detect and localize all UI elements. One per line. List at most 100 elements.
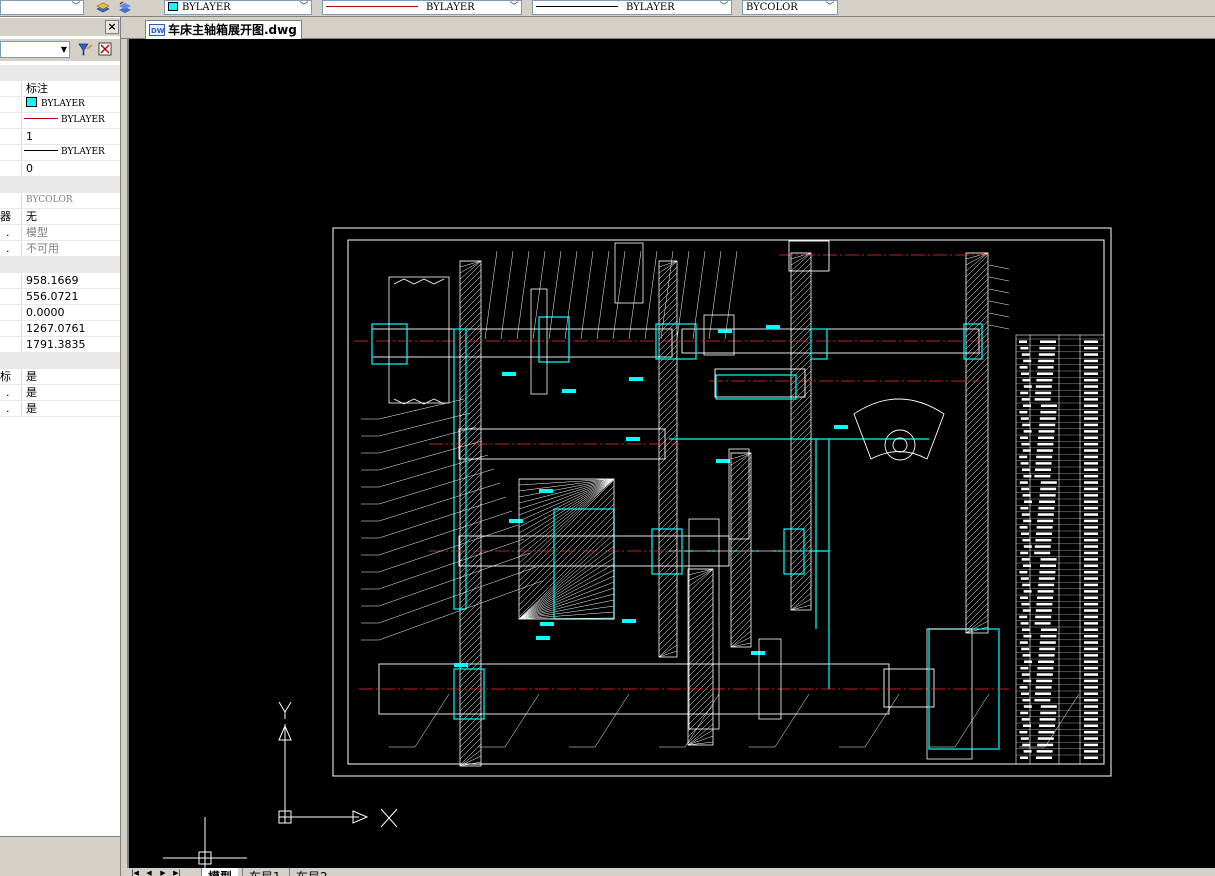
chevron-down-icon[interactable]: ▼ — [61, 45, 67, 54]
chevron-down-icon[interactable]: ﹀ — [69, 1, 83, 14]
prop-center-z[interactable]: 0.0000 — [0, 305, 120, 321]
hatch-line — [730, 552, 752, 574]
hatch-line — [790, 418, 812, 440]
table-cell-mark — [1084, 570, 1098, 574]
prop-ucs-icon-on[interactable]: 标是 — [0, 369, 120, 385]
close-icon[interactable]: × — [105, 20, 119, 34]
prop-ucs-per-viewport[interactable]: .是 — [0, 401, 120, 417]
prop-height[interactable]: 1267.0761 — [0, 321, 120, 337]
quick-select-icon[interactable] — [76, 41, 94, 58]
table-cell-mark — [1023, 564, 1031, 567]
chevron-down-icon[interactable]: ﹀ — [717, 1, 731, 14]
last-tab-icon[interactable]: ▶| — [172, 869, 182, 876]
hatch-line — [965, 416, 989, 440]
drawing-canvas[interactable]: X Y — [127, 39, 1215, 868]
hatch-line — [687, 603, 714, 630]
hatch-line — [459, 629, 482, 652]
layer-previous-icon[interactable] — [117, 0, 133, 15]
prop-width[interactable]: 1791.3835 — [0, 337, 120, 353]
prop-plot-style[interactable]: BYCOLOR — [0, 193, 120, 209]
table-cell-mark — [1084, 372, 1098, 375]
prop-plot-style-table[interactable]: 器无 — [0, 209, 120, 225]
previous-tab-icon[interactable]: ◀ — [144, 869, 154, 876]
table-cell-mark — [1038, 359, 1055, 363]
next-tab-icon[interactable]: ▶ — [158, 869, 168, 876]
table-cell-mark — [1037, 519, 1054, 523]
tab-layout2[interactable]: 布局2 — [289, 868, 334, 876]
prop-center-x[interactable]: 958.1669 — [0, 273, 120, 289]
category-view[interactable] — [0, 257, 120, 273]
layer-states-icon[interactable] — [95, 0, 111, 15]
object-selection-combo[interactable]: ▼ — [0, 41, 70, 58]
table-cell-mark — [1019, 641, 1028, 644]
hatch-line — [965, 332, 989, 356]
table-cell-mark — [1019, 730, 1028, 734]
prop-plot-table-type[interactable]: . 不可用 — [0, 241, 120, 257]
category-misc[interactable] — [0, 353, 120, 369]
lineweight-sample-icon — [24, 150, 58, 151]
plotstyle-combo[interactable]: BYCOLOR ﹀ — [742, 0, 838, 15]
hatch-line — [790, 280, 812, 302]
hatch-line — [730, 570, 752, 592]
hatch-line — [790, 454, 812, 476]
hatch-line — [965, 308, 989, 332]
prop-center-y[interactable]: 556.0721 — [0, 289, 120, 305]
prop-thickness[interactable]: 0 — [0, 161, 120, 177]
color-combo-value: BYLAYER — [182, 2, 231, 13]
table-cell-mark — [1039, 647, 1056, 651]
prop-color[interactable]: BYLAYER — [0, 97, 120, 113]
plotstyle-value: BYCOLOR — [26, 195, 73, 205]
hatch-line — [790, 394, 812, 416]
hatch-line — [730, 452, 752, 472]
hatch-line — [965, 512, 989, 536]
prop-linetype[interactable]: BYLAYER — [0, 113, 120, 129]
category-general[interactable] — [0, 65, 120, 81]
hatch-line — [965, 566, 989, 590]
hatch-line — [790, 472, 812, 494]
category-plot-style[interactable] — [0, 177, 120, 193]
hatch-line — [518, 587, 615, 620]
table-cell-mark — [1084, 577, 1098, 580]
hatch-line — [730, 546, 752, 568]
table-cell-mark — [1084, 474, 1098, 478]
prop-ucs-icon-origin[interactable]: .是 — [0, 385, 120, 401]
hatch-line — [730, 486, 752, 508]
document-tab[interactable]: DWG 车床主轴箱展开图.dwg — [145, 20, 302, 39]
lineweight-combo[interactable]: BYLAYER ﹀ — [532, 0, 732, 15]
table-cell-mark — [1023, 385, 1032, 388]
layer-combo[interactable]: ﹀ — [0, 0, 84, 15]
hatch-line — [965, 530, 989, 554]
tab-layout1[interactable]: 布局1 — [242, 868, 287, 876]
table-cell-mark — [1084, 455, 1098, 459]
hatch-line — [687, 663, 714, 690]
chevron-down-icon[interactable]: ﹀ — [823, 1, 837, 14]
prop-layer[interactable]: 标注 — [0, 81, 120, 97]
prop-linetype-scale[interactable]: 1 — [0, 129, 120, 145]
hatch-line — [459, 335, 482, 358]
tab-model[interactable]: 模型 — [201, 868, 239, 876]
first-tab-icon[interactable]: |◀ — [130, 869, 140, 876]
hatch-line — [459, 299, 482, 322]
sheet-outer-border — [332, 227, 1112, 777]
properties-titlebar[interactable]: × — [0, 18, 120, 36]
table-cell-mark — [1035, 686, 1052, 689]
ucs-icon-value: 是 — [26, 370, 37, 383]
shafts — [371, 328, 980, 715]
plotstyle-combo-value: BYCOLOR — [746, 2, 798, 13]
hatch-line — [687, 568, 714, 582]
chevron-down-icon[interactable]: ﹀ — [507, 1, 521, 14]
hatch-line — [730, 534, 752, 556]
hatch-line — [790, 340, 812, 362]
prop-lineweight[interactable]: BYLAYER — [0, 145, 120, 161]
table-cell-mark — [1039, 570, 1056, 574]
chevron-down-icon[interactable]: ﹀ — [297, 1, 311, 14]
dimension-tag — [766, 325, 780, 329]
table-cell-mark — [1020, 756, 1028, 759]
prop-plot-table-attached[interactable]: . 模型 — [0, 225, 120, 241]
hatch-line — [790, 334, 812, 356]
dimension-tag — [562, 389, 576, 393]
select-objects-icon[interactable] — [97, 41, 115, 58]
linetype-combo[interactable]: BYLAYER ﹀ — [322, 0, 522, 15]
color-combo[interactable]: BYLAYER ﹀ — [164, 0, 312, 15]
table-cell-mark — [1040, 634, 1057, 638]
